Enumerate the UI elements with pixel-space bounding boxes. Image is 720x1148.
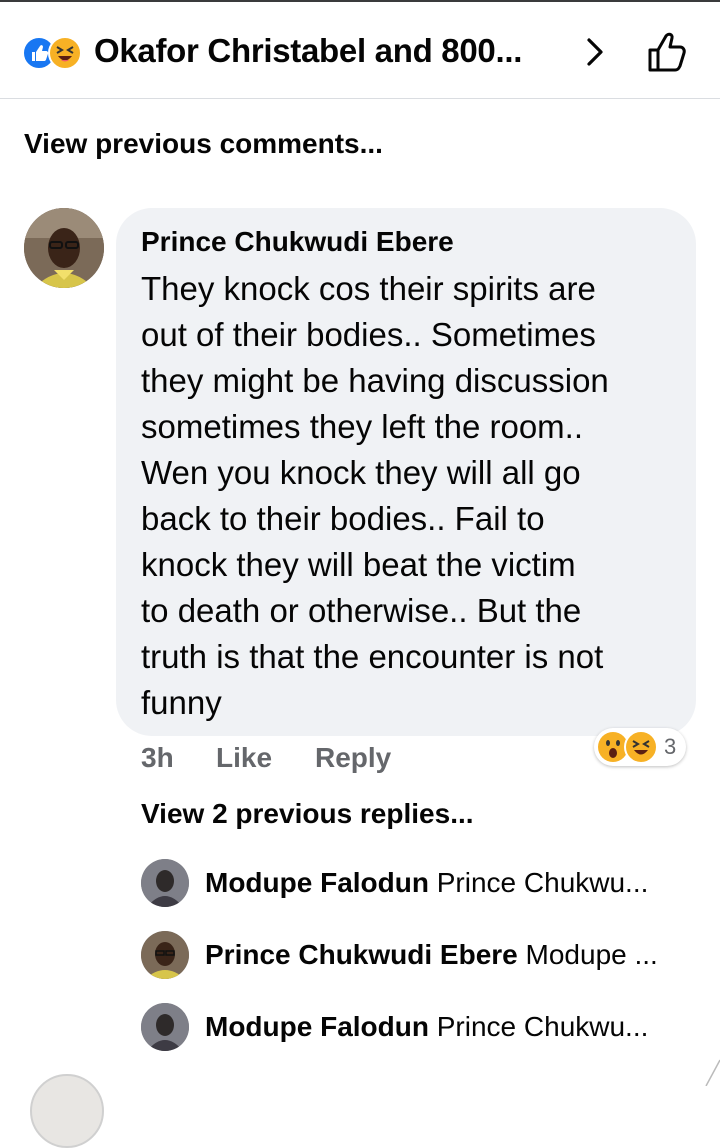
comment-bubble[interactable]: Prince Chukwudi Ebere They knock cos the… [116,208,696,736]
view-previous-replies-link[interactable]: View 2 previous replies... [141,798,474,830]
reply-snippet: Prince Chukwu... [436,867,649,898]
comment-author[interactable]: Prince Chukwudi Ebere [141,226,454,258]
reaction-count: 3 [664,734,677,759]
reply-snippet: Modupe ... [525,939,658,970]
comment-text: They knock cos their spirits are out of … [141,270,609,721]
reply-preview[interactable]: Modupe Falodun Prince Chukwu... [205,867,648,899]
avatar[interactable] [141,1003,189,1051]
haha-icon [48,36,82,70]
reactions-header: Okafor Christabel and 800... [0,2,720,99]
haha-icon [624,730,658,764]
like-button[interactable]: Like [216,742,272,774]
reply-snippet: Prince Chukwu... [436,1011,649,1042]
comment-reactions-badge[interactable]: 3 [594,728,687,766]
chevron-right-icon[interactable] [580,34,610,70]
reactions-title[interactable]: Okafor Christabel and 800... [94,32,522,70]
reply-preview[interactable]: Prince Chukwudi Ebere Modupe ... [205,939,658,971]
reply-author[interactable]: Prince Chukwudi Ebere [205,939,518,970]
reply-author[interactable]: Modupe Falodun [205,867,429,898]
reply-button[interactable]: Reply [315,742,391,774]
view-previous-comments-link[interactable]: View previous comments... [24,128,383,160]
reply-preview[interactable]: Modupe Falodun Prince Chukwu... [205,1011,648,1043]
scroll-indicator [704,1050,720,1087]
thumbs-up-icon[interactable] [644,30,690,74]
avatar[interactable] [30,1074,104,1148]
avatar[interactable] [141,859,189,907]
reply-author[interactable]: Modupe Falodun [205,1011,429,1042]
avatar[interactable] [24,208,104,288]
reaction-summary[interactable] [22,36,88,70]
comment-timestamp[interactable]: 3h [141,742,174,774]
avatar[interactable] [141,931,189,979]
